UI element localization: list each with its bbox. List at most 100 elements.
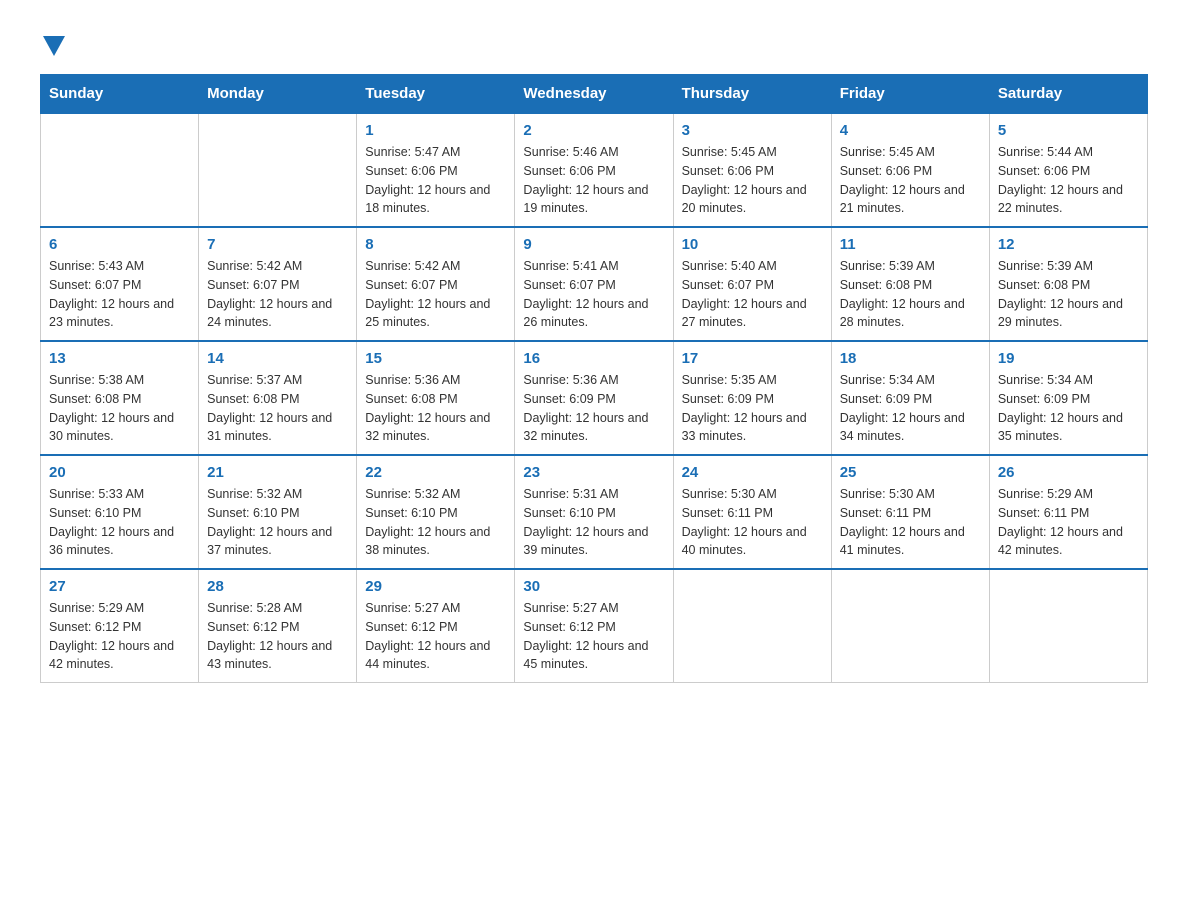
day-info: Sunrise: 5:35 AMSunset: 6:09 PMDaylight:… xyxy=(682,371,823,446)
day-number: 19 xyxy=(998,350,1139,367)
day-of-week-header: Wednesday xyxy=(515,75,673,114)
day-info: Sunrise: 5:32 AMSunset: 6:10 PMDaylight:… xyxy=(207,485,348,560)
day-info: Sunrise: 5:32 AMSunset: 6:10 PMDaylight:… xyxy=(365,485,506,560)
day-info: Sunrise: 5:29 AMSunset: 6:12 PMDaylight:… xyxy=(49,599,190,674)
day-number: 5 xyxy=(998,122,1139,139)
day-number: 11 xyxy=(840,236,981,253)
calendar-day-cell: 18 Sunrise: 5:34 AMSunset: 6:09 PMDayligh… xyxy=(831,341,989,455)
calendar-day-cell: 22 Sunrise: 5:32 AMSunset: 6:10 PMDayligh… xyxy=(357,455,515,569)
day-number: 3 xyxy=(682,122,823,139)
day-number: 21 xyxy=(207,464,348,481)
logo-triangle-icon xyxy=(43,36,65,56)
calendar-day-cell: 8 Sunrise: 5:42 AMSunset: 6:07 PMDaylight… xyxy=(357,227,515,341)
logo xyxy=(40,30,65,54)
calendar-week-row: 20 Sunrise: 5:33 AMSunset: 6:10 PMDayligh… xyxy=(41,455,1148,569)
day-number: 27 xyxy=(49,578,190,595)
calendar-day-cell: 3 Sunrise: 5:45 AMSunset: 6:06 PMDaylight… xyxy=(673,113,831,227)
day-number: 10 xyxy=(682,236,823,253)
calendar-day-cell: 23Sunrise: 5:31 AMSunset: 6:10 PMDayligh… xyxy=(515,455,673,569)
day-of-week-header: Friday xyxy=(831,75,989,114)
day-number: 18 xyxy=(840,350,981,367)
day-number: 20 xyxy=(49,464,190,481)
calendar-day-cell xyxy=(41,113,199,227)
calendar-day-cell: 7 Sunrise: 5:42 AMSunset: 6:07 PMDaylight… xyxy=(199,227,357,341)
day-number: 14 xyxy=(207,350,348,367)
calendar-table: SundayMondayTuesdayWednesdayThursdayFrid… xyxy=(40,74,1148,683)
day-of-week-header: Sunday xyxy=(41,75,199,114)
day-info: Sunrise: 5:44 AMSunset: 6:06 PMDaylight:… xyxy=(998,143,1139,218)
calendar-day-cell: 17 Sunrise: 5:35 AMSunset: 6:09 PMDayligh… xyxy=(673,341,831,455)
calendar-day-cell: 4 Sunrise: 5:45 AMSunset: 6:06 PMDaylight… xyxy=(831,113,989,227)
day-info: Sunrise: 5:38 AMSunset: 6:08 PMDaylight:… xyxy=(49,371,190,446)
calendar-body: 1 Sunrise: 5:47 AMSunset: 6:06 PMDaylight… xyxy=(41,113,1148,683)
day-info: Sunrise: 5:45 AMSunset: 6:06 PMDaylight:… xyxy=(840,143,981,218)
day-number: 24 xyxy=(682,464,823,481)
calendar-day-cell: 11 Sunrise: 5:39 AMSunset: 6:08 PMDayligh… xyxy=(831,227,989,341)
calendar-day-cell: 12 Sunrise: 5:39 AMSunset: 6:08 PMDayligh… xyxy=(989,227,1147,341)
calendar-week-row: 6Sunrise: 5:43 AMSunset: 6:07 PMDaylight… xyxy=(41,227,1148,341)
calendar-day-cell: 10 Sunrise: 5:40 AMSunset: 6:07 PMDayligh… xyxy=(673,227,831,341)
calendar-week-row: 27 Sunrise: 5:29 AMSunset: 6:12 PMDayligh… xyxy=(41,569,1148,683)
day-number: 29 xyxy=(365,578,506,595)
day-number: 12 xyxy=(998,236,1139,253)
day-info: Sunrise: 5:30 AMSunset: 6:11 PMDaylight:… xyxy=(682,485,823,560)
calendar-header: SundayMondayTuesdayWednesdayThursdayFrid… xyxy=(41,75,1148,114)
calendar-day-cell: 26Sunrise: 5:29 AMSunset: 6:11 PMDayligh… xyxy=(989,455,1147,569)
calendar-day-cell xyxy=(199,113,357,227)
day-info: Sunrise: 5:36 AMSunset: 6:08 PMDaylight:… xyxy=(365,371,506,446)
day-info: Sunrise: 5:37 AMSunset: 6:08 PMDaylight:… xyxy=(207,371,348,446)
calendar-day-cell: 20 Sunrise: 5:33 AMSunset: 6:10 PMDayligh… xyxy=(41,455,199,569)
days-of-week-row: SundayMondayTuesdayWednesdayThursdayFrid… xyxy=(41,75,1148,114)
day-number: 22 xyxy=(365,464,506,481)
day-of-week-header: Monday xyxy=(199,75,357,114)
calendar-week-row: 1 Sunrise: 5:47 AMSunset: 6:06 PMDaylight… xyxy=(41,113,1148,227)
page-header xyxy=(40,30,1148,54)
day-number: 16 xyxy=(523,350,664,367)
day-info: Sunrise: 5:39 AMSunset: 6:08 PMDaylight:… xyxy=(998,257,1139,332)
day-info: Sunrise: 5:42 AMSunset: 6:07 PMDaylight:… xyxy=(207,257,348,332)
day-info: Sunrise: 5:34 AMSunset: 6:09 PMDaylight:… xyxy=(998,371,1139,446)
day-info: Sunrise: 5:33 AMSunset: 6:10 PMDaylight:… xyxy=(49,485,190,560)
day-number: 7 xyxy=(207,236,348,253)
day-number: 9 xyxy=(523,236,664,253)
day-info: Sunrise: 5:27 AMSunset: 6:12 PMDaylight:… xyxy=(523,599,664,674)
day-of-week-header: Tuesday xyxy=(357,75,515,114)
day-info: Sunrise: 5:42 AMSunset: 6:07 PMDaylight:… xyxy=(365,257,506,332)
day-number: 13 xyxy=(49,350,190,367)
day-info: Sunrise: 5:45 AMSunset: 6:06 PMDaylight:… xyxy=(682,143,823,218)
day-number: 17 xyxy=(682,350,823,367)
day-number: 4 xyxy=(840,122,981,139)
calendar-day-cell: 28Sunrise: 5:28 AMSunset: 6:12 PMDayligh… xyxy=(199,569,357,683)
day-number: 15 xyxy=(365,350,506,367)
day-number: 28 xyxy=(207,578,348,595)
day-info: Sunrise: 5:47 AMSunset: 6:06 PMDaylight:… xyxy=(365,143,506,218)
calendar-day-cell xyxy=(831,569,989,683)
day-info: Sunrise: 5:40 AMSunset: 6:07 PMDaylight:… xyxy=(682,257,823,332)
calendar-day-cell: 30 Sunrise: 5:27 AMSunset: 6:12 PMDayligh… xyxy=(515,569,673,683)
day-info: Sunrise: 5:29 AMSunset: 6:11 PMDaylight:… xyxy=(998,485,1139,560)
day-of-week-header: Saturday xyxy=(989,75,1147,114)
calendar-day-cell: 29 Sunrise: 5:27 AMSunset: 6:12 PMDayligh… xyxy=(357,569,515,683)
calendar-day-cell: 5 Sunrise: 5:44 AMSunset: 6:06 PMDaylight… xyxy=(989,113,1147,227)
day-number: 30 xyxy=(523,578,664,595)
day-info: Sunrise: 5:27 AMSunset: 6:12 PMDaylight:… xyxy=(365,599,506,674)
day-number: 25 xyxy=(840,464,981,481)
day-info: Sunrise: 5:39 AMSunset: 6:08 PMDaylight:… xyxy=(840,257,981,332)
day-info: Sunrise: 5:34 AMSunset: 6:09 PMDaylight:… xyxy=(840,371,981,446)
day-number: 8 xyxy=(365,236,506,253)
calendar-day-cell: 25Sunrise: 5:30 AMSunset: 6:11 PMDayligh… xyxy=(831,455,989,569)
calendar-week-row: 13 Sunrise: 5:38 AMSunset: 6:08 PMDayligh… xyxy=(41,341,1148,455)
calendar-day-cell: 27 Sunrise: 5:29 AMSunset: 6:12 PMDayligh… xyxy=(41,569,199,683)
day-number: 2 xyxy=(523,122,664,139)
day-info: Sunrise: 5:36 AMSunset: 6:09 PMDaylight:… xyxy=(523,371,664,446)
day-number: 1 xyxy=(365,122,506,139)
day-of-week-header: Thursday xyxy=(673,75,831,114)
calendar-day-cell: 19 Sunrise: 5:34 AMSunset: 6:09 PMDayligh… xyxy=(989,341,1147,455)
calendar-day-cell xyxy=(989,569,1147,683)
calendar-day-cell: 13 Sunrise: 5:38 AMSunset: 6:08 PMDayligh… xyxy=(41,341,199,455)
calendar-day-cell: 14 Sunrise: 5:37 AMSunset: 6:08 PMDayligh… xyxy=(199,341,357,455)
calendar-day-cell: 21 Sunrise: 5:32 AMSunset: 6:10 PMDayligh… xyxy=(199,455,357,569)
calendar-day-cell: 24 Sunrise: 5:30 AMSunset: 6:11 PMDayligh… xyxy=(673,455,831,569)
calendar-day-cell xyxy=(673,569,831,683)
day-info: Sunrise: 5:31 AMSunset: 6:10 PMDaylight:… xyxy=(523,485,664,560)
